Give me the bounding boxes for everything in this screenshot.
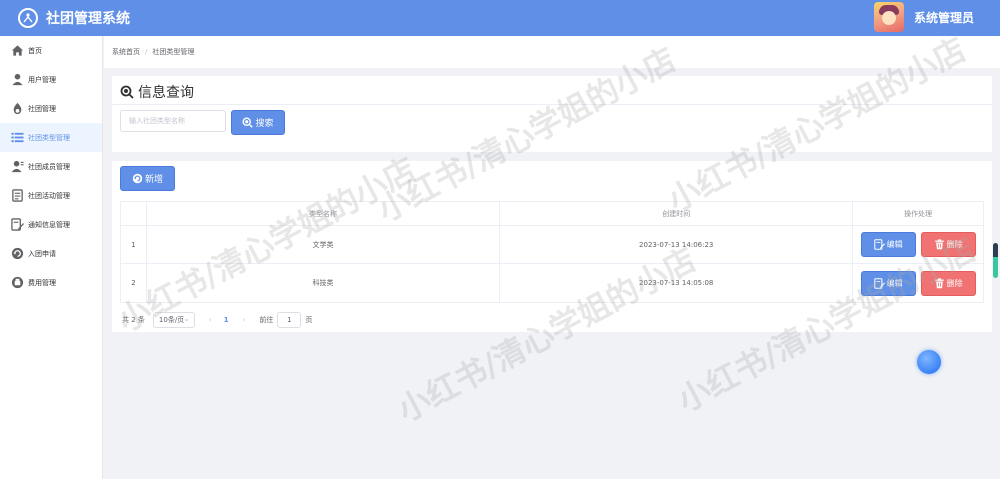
goto-page-input[interactable]: 1	[277, 312, 302, 328]
column-header-index	[121, 202, 147, 225]
edit-button[interactable]: 编辑	[860, 232, 916, 257]
search-input[interactable]	[120, 110, 226, 132]
row-index: 2	[121, 264, 147, 302]
edit-document-icon	[10, 218, 24, 232]
document-icon	[10, 189, 24, 203]
row-created-time: 2023-07-13 14:06:23	[500, 226, 854, 263]
search-button[interactable]: 搜索	[231, 110, 285, 135]
trash-icon	[934, 239, 944, 250]
query-panel: 信息查询 搜索	[112, 76, 992, 152]
sidebar-item-notices[interactable]: 通知信息管理	[0, 210, 102, 239]
sidebar-item-label: 通知信息管理	[28, 220, 70, 229]
user-group-icon	[10, 160, 24, 174]
sidebar-item-label: 社团类型管理	[28, 133, 70, 142]
row-actions: 编辑 删除	[853, 264, 983, 302]
prev-page-button[interactable]: ‹	[209, 316, 212, 324]
sidebar-item-label: 社团活动管理	[28, 191, 70, 200]
goto-label: 前往	[259, 316, 274, 324]
table-row: 1 文学类 2023-07-13 14:06:23 编辑 删除	[121, 226, 983, 264]
sidebar-item-members[interactable]: 社团成员管理	[0, 152, 102, 181]
user-name[interactable]: 系统管理员	[914, 9, 974, 26]
column-header-name: 类型名称	[147, 202, 501, 225]
sidebar-item-label: 社团管理	[28, 104, 56, 113]
sidebar-item-users[interactable]: 用户管理	[0, 65, 102, 94]
row-created-time: 2023-07-13 14:05:08	[500, 264, 854, 302]
user-icon	[10, 73, 24, 87]
sidebar-item-applications[interactable]: 入团申请	[0, 239, 102, 268]
next-page-button[interactable]: ›	[243, 316, 246, 324]
sidebar-item-label: 费用管理	[28, 278, 56, 287]
delete-button[interactable]: 删除	[920, 270, 976, 296]
breadcrumb-current: 社团类型管理	[152, 48, 195, 56]
flame-icon	[10, 102, 24, 116]
refresh-icon	[10, 247, 24, 261]
top-navbar: 社团管理系统 系统管理员	[0, 0, 1000, 36]
user-menu[interactable]: 系统管理员	[873, 2, 974, 32]
table-header-row: 类型名称 创建时间 操作处理	[121, 202, 983, 226]
data-table: 类型名称 创建时间 操作处理 1 文学类 2023-07-13 14:06:23…	[120, 201, 984, 303]
pagination-total: 共 2 条	[122, 316, 145, 324]
trash-icon	[934, 277, 944, 288]
goto-suffix: 页	[305, 316, 313, 324]
search-icon	[242, 117, 254, 128]
row-index: 1	[121, 226, 147, 263]
add-button[interactable]: 新增	[120, 166, 175, 191]
search-circle-icon	[120, 85, 134, 99]
breadcrumb: 系统首页 / 社团类型管理	[104, 36, 1000, 68]
scrollbar-thumb[interactable]	[993, 243, 998, 278]
home-icon	[10, 44, 24, 58]
page-size-select[interactable]: 10条/页	[152, 312, 195, 328]
sidebar-item-club-types[interactable]: 社团类型管理	[0, 123, 102, 152]
column-header-actions: 操作处理	[904, 209, 933, 218]
list-panel: 新增 类型名称 创建时间 操作处理 1 文学类 2023-07-13 14:06…	[112, 161, 992, 332]
sidebar-item-label: 首页	[28, 46, 42, 55]
delete-button[interactable]: 删除	[920, 232, 976, 257]
breadcrumb-home[interactable]: 系统首页	[112, 47, 140, 57]
row-actions: 编辑 删除	[853, 226, 983, 263]
sidebar-item-label: 入团申请	[28, 249, 56, 258]
floating-assistant-button[interactable]	[917, 350, 941, 374]
row-type-name: 科技类	[147, 264, 501, 302]
sidebar-item-label: 社团成员管理	[28, 162, 70, 171]
query-title: 信息查询	[120, 82, 194, 102]
sidebar-item-fees[interactable]: 费用管理	[0, 268, 102, 297]
sidebar-item-activities[interactable]: 社团活动管理	[0, 181, 102, 210]
app-title: 社团管理系统	[46, 11, 130, 27]
table-row: 2 科技类 2023-07-13 14:05:08 编辑 删除	[121, 264, 983, 302]
edit-icon	[873, 277, 885, 289]
divider	[112, 104, 992, 105]
sidebar: 首页 用户管理 社团管理 社团类型管理 社团成员管理 社团活动管理 通知信息管理…	[0, 36, 103, 479]
wallet-icon	[10, 276, 24, 290]
pagination: 共 2 条 10条/页 ‹ 1 › 前往 1 页	[122, 312, 312, 328]
sidebar-item-home[interactable]: 首页	[0, 36, 102, 65]
sidebar-item-label: 用户管理	[28, 75, 56, 84]
app-logo-icon	[18, 8, 38, 28]
row-type-name: 文学类	[147, 226, 501, 263]
edit-button[interactable]: 编辑	[860, 270, 916, 296]
edit-icon	[873, 239, 885, 250]
page-number-current[interactable]: 1	[224, 316, 229, 324]
breadcrumb-separator: /	[145, 48, 148, 56]
list-icon	[10, 131, 24, 145]
avatar[interactable]	[873, 2, 904, 32]
column-header-created: 创建时间	[500, 202, 854, 225]
add-icon	[132, 173, 143, 184]
sidebar-item-clubs[interactable]: 社团管理	[0, 94, 102, 123]
